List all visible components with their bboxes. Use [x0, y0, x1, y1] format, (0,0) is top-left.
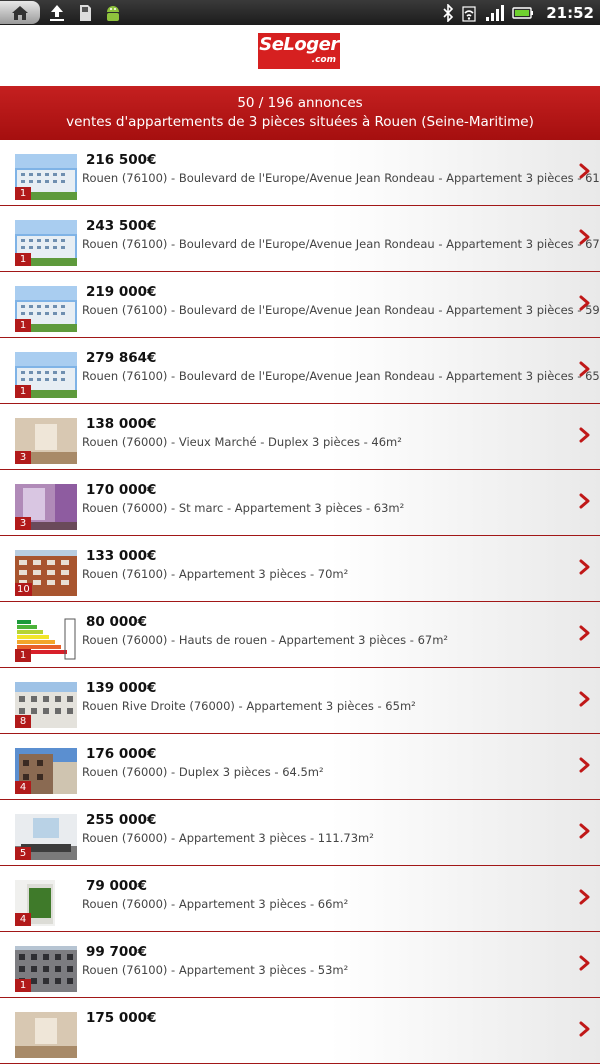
seloger-logo: SeLoger .com	[258, 33, 340, 69]
listing-row[interactable]: 10 133 000€ Rouen (76100) - Appartement …	[0, 536, 600, 602]
bluetooth-icon	[443, 3, 454, 22]
listing-description: Rouen (76000) - Vieux Marché - Duplex 3 …	[82, 435, 402, 449]
chevron-right-icon	[579, 493, 590, 509]
listing-list[interactable]: 1 216 500€ Rouen (76100) - Boulevard de …	[0, 140, 600, 1064]
photo-count-badge: 1	[15, 979, 31, 992]
listing-thumbnail: 1	[15, 154, 77, 200]
listing-row[interactable]: 1 279 864€ Rouen (76100) - Boulevard de …	[0, 338, 600, 404]
listing-description: Rouen Rive Droite (76000) - Appartement …	[82, 699, 416, 713]
photo-count-badge: 1	[15, 385, 31, 398]
listing-thumbnail: 4	[15, 748, 77, 794]
listing-row[interactable]: 175 000€	[0, 998, 600, 1064]
listing-row[interactable]: 1 243 500€ Rouen (76100) - Boulevard de …	[0, 206, 600, 272]
listing-price: 99 700€	[86, 944, 148, 960]
home-icon	[12, 5, 28, 20]
search-summary: ventes d'appartements de 3 pièces située…	[66, 114, 534, 130]
chevron-right-icon	[579, 163, 590, 179]
listing-thumbnail: 3	[15, 484, 77, 530]
listing-row[interactable]: 3 170 000€ Rouen (76000) - St marc - App…	[0, 470, 600, 536]
app-header: SeLoger .com	[0, 25, 600, 86]
listing-description: Rouen (76000) - St marc - Appartement 3 …	[82, 501, 405, 515]
listing-thumbnail: 3	[15, 418, 77, 464]
listing-price: 139 000€	[86, 680, 157, 696]
android-debug-icon	[102, 2, 124, 24]
listing-thumbnail: 5	[15, 814, 77, 860]
photo-count-badge: 1	[15, 253, 31, 266]
listing-row[interactable]: 8 139 000€ Rouen Rive Droite (76000) - A…	[0, 668, 600, 734]
listing-thumbnail: 1	[15, 946, 77, 992]
photo-count-badge: 1	[15, 649, 31, 662]
chevron-right-icon	[579, 823, 590, 839]
listing-price: 216 500€	[86, 152, 157, 168]
listing-thumbnail: 1	[15, 286, 77, 332]
photo-count-badge: 5	[15, 847, 31, 860]
results-count: 50 / 196 annonces	[237, 95, 363, 111]
photo-count-badge: 1	[15, 187, 31, 200]
chevron-right-icon	[579, 559, 590, 575]
listing-price: 176 000€	[86, 746, 157, 762]
home-button[interactable]	[0, 1, 40, 24]
listing-row[interactable]: 5 255 000€ Rouen (76000) - Appartement 3…	[0, 800, 600, 866]
listing-price: 279 864€	[86, 350, 157, 366]
listing-price: 80 000€	[86, 614, 148, 630]
listing-description: Rouen (76100) - Appartement 3 pièces - 7…	[82, 567, 349, 581]
results-banner: 50 / 196 annonces ventes d'appartements …	[0, 86, 600, 140]
listing-row[interactable]: 3 138 000€ Rouen (76000) - Vieux Marché …	[0, 404, 600, 470]
chevron-right-icon	[579, 427, 590, 443]
listing-description: Rouen (76000) - Appartement 3 pièces - 6…	[82, 897, 349, 911]
clock: 21:52	[546, 3, 594, 22]
listing-thumbnail: 1	[15, 352, 77, 398]
listing-row[interactable]: 1 216 500€ Rouen (76100) - Boulevard de …	[0, 140, 600, 206]
photo-count-badge: 3	[15, 517, 31, 530]
chevron-right-icon	[579, 691, 590, 707]
listing-row[interactable]: 1 80 000€ Rouen (76000) - Hauts de rouen…	[0, 602, 600, 668]
chevron-right-icon	[579, 1021, 590, 1037]
listing-description: Rouen (76100) - Appartement 3 pièces - 5…	[82, 963, 349, 977]
sd-card-icon	[74, 2, 96, 24]
photo-count-badge: 3	[15, 451, 31, 464]
listing-thumbnail	[15, 1012, 77, 1058]
photo-count-badge: 8	[15, 715, 31, 728]
photo-count-badge: 1	[15, 319, 31, 332]
photo-count-badge: 4	[15, 913, 31, 926]
signal-icon	[486, 4, 505, 21]
listing-description: Rouen (76100) - Boulevard de l'Europe/Av…	[82, 303, 600, 317]
wifi-icon	[462, 5, 476, 22]
listing-price: 255 000€	[86, 812, 157, 828]
listing-thumbnail: 8	[15, 682, 77, 728]
listing-description: Rouen (76000) - Duplex 3 pièces - 64.5m²	[82, 765, 324, 779]
chevron-right-icon	[579, 955, 590, 971]
listing-row[interactable]: 1 219 000€ Rouen (76100) - Boulevard de …	[0, 272, 600, 338]
chevron-right-icon	[579, 229, 590, 245]
upload-icon	[46, 2, 68, 24]
listing-description: Rouen (76000) - Appartement 3 pièces - 1…	[82, 831, 374, 845]
status-bar: 21:52	[0, 0, 600, 25]
photo-count-badge: 10	[15, 583, 32, 596]
listing-thumbnail: 4	[15, 880, 77, 926]
listing-row[interactable]: 4 176 000€ Rouen (76000) - Duplex 3 pièc…	[0, 734, 600, 800]
listing-thumbnail: 10	[15, 550, 77, 596]
listing-description: Rouen (76000) - Hauts de rouen - Apparte…	[82, 633, 449, 647]
chevron-right-icon	[579, 625, 590, 641]
listing-price: 138 000€	[86, 416, 157, 432]
listing-description: Rouen (76100) - Boulevard de l'Europe/Av…	[82, 369, 600, 383]
listing-price: 170 000€	[86, 482, 157, 498]
listing-price: 79 000€	[86, 878, 148, 894]
listing-price: 219 000€	[86, 284, 157, 300]
chevron-right-icon	[579, 295, 590, 311]
listing-row[interactable]: 1 99 700€ Rouen (76100) - Appartement 3 …	[0, 932, 600, 998]
photo-count-badge: 4	[15, 781, 31, 794]
listing-description: Rouen (76100) - Boulevard de l'Europe/Av…	[82, 171, 600, 185]
listing-description: Rouen (76100) - Boulevard de l'Europe/Av…	[82, 237, 600, 251]
listing-thumbnail: 1	[15, 616, 77, 662]
listing-price: 243 500€	[86, 218, 157, 234]
listing-price: 133 000€	[86, 548, 157, 564]
chevron-right-icon	[579, 889, 590, 905]
listing-row[interactable]: 4 79 000€ Rouen (76000) - Appartement 3 …	[0, 866, 600, 932]
chevron-right-icon	[579, 361, 590, 377]
battery-icon	[512, 6, 534, 19]
listing-thumbnail: 1	[15, 220, 77, 266]
chevron-right-icon	[579, 757, 590, 773]
